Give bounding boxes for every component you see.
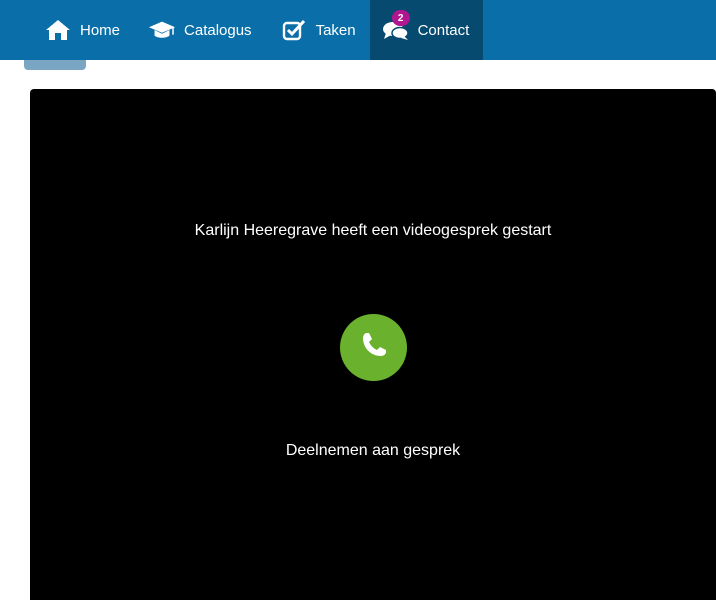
video-call-panel: Karlijn Heeregrave heeft een videogespre… bbox=[30, 89, 716, 600]
nav-item-taken[interactable]: Taken bbox=[266, 0, 370, 60]
checkbox-icon bbox=[280, 16, 308, 44]
phone-icon bbox=[359, 330, 389, 365]
hidden-back-button[interactable] bbox=[24, 60, 86, 70]
home-icon bbox=[44, 16, 72, 44]
nav-label-taken: Taken bbox=[315, 21, 356, 39]
nav-item-contact[interactable]: 2 Contact bbox=[369, 0, 484, 60]
main-nav: Home Catalogus Taken 2 Contact bbox=[30, 0, 484, 60]
top-navigation-bar: Home Catalogus Taken 2 Contact bbox=[0, 0, 716, 60]
nav-label-contact: Contact bbox=[417, 21, 470, 39]
nav-item-home[interactable]: Home bbox=[30, 0, 134, 60]
nav-item-catalogus[interactable]: Catalogus bbox=[134, 0, 266, 60]
join-call-button[interactable] bbox=[340, 314, 407, 381]
nav-label-home: Home bbox=[80, 21, 121, 39]
call-started-message: Karlijn Heeregrave heeft een videogespre… bbox=[194, 222, 552, 239]
nav-label-catalogus: Catalogus bbox=[184, 21, 252, 39]
graduation-cap-icon bbox=[148, 16, 176, 44]
join-call-label[interactable]: Deelnemen aan gesprek bbox=[30, 442, 716, 460]
notification-badge: 2 bbox=[391, 10, 410, 26]
